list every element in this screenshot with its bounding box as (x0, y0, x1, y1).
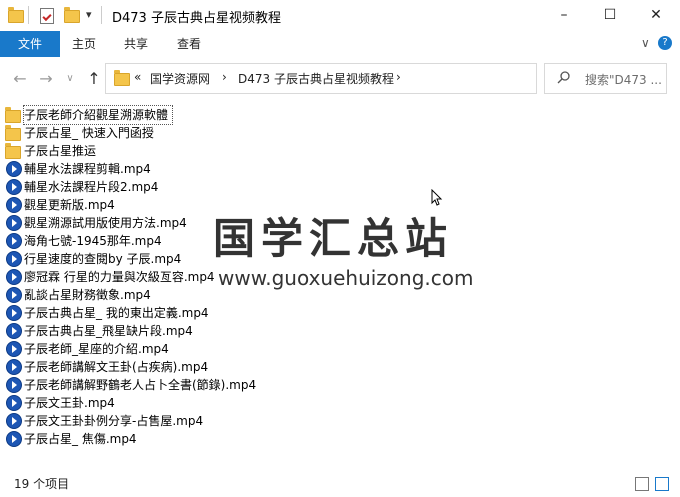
file-item[interactable]: 子辰占星_ 焦傷.mp4 (4, 430, 664, 448)
back-button[interactable]: ← (10, 69, 30, 88)
file-name: 子辰古典占星_ 我的東出定義.mp4 (24, 306, 209, 320)
folder-item[interactable]: 子辰老師介紹觀星溯源軟體 (4, 105, 664, 125)
address-bar[interactable]: « 国学资源网 › D473 子辰古典占星视频教程 › ∨ ↻ (105, 63, 626, 94)
search-input[interactable]: 搜索"D473 ... (585, 71, 663, 88)
close-button[interactable]: ✕ (633, 0, 679, 31)
folder-icon (5, 125, 21, 141)
video-file-icon (6, 359, 22, 375)
file-name: 子辰老師介紹觀星溯源軟體 (22, 105, 174, 125)
divider (28, 6, 29, 24)
large-icons-view-icon[interactable] (655, 477, 669, 491)
file-name: 海角七號-1945那年.mp4 (24, 234, 162, 248)
file-name: 輔星水法課程剪輯.mp4 (24, 162, 151, 176)
video-file-icon (6, 341, 22, 357)
file-item[interactable]: 子辰老師講解文王卦(占疾病).mp4 (4, 358, 664, 376)
video-file-icon (6, 215, 22, 231)
mouse-cursor-icon (431, 188, 443, 211)
video-file-icon (6, 287, 22, 303)
file-name: 亂談占星財務徵象.mp4 (24, 288, 151, 302)
file-name: 觀星溯源試用版使用方法.mp4 (24, 216, 187, 230)
folder-icon (5, 143, 21, 159)
file-item[interactable]: 輔星水法課程剪輯.mp4 (4, 160, 664, 178)
file-name: 子辰文王卦.mp4 (24, 396, 115, 410)
video-file-icon (6, 197, 22, 213)
file-item[interactable]: 輔星水法課程片段2.mp4 (4, 178, 664, 196)
file-name: 子辰老師講解野鶴老人占卜全書(節錄).mp4 (24, 378, 257, 392)
tab-home[interactable]: 主页 (72, 31, 96, 57)
file-name: 子辰文王卦卦例分享-占售屋.mp4 (24, 414, 204, 428)
search-icon (557, 70, 571, 88)
recent-locations-icon[interactable]: ∨ (60, 73, 80, 84)
minimize-button[interactable]: – (541, 0, 587, 31)
expand-ribbon-icon[interactable]: ∨ (641, 36, 650, 50)
forward-button[interactable]: → (36, 69, 56, 88)
folder-item[interactable]: 子辰占星推运 (4, 142, 664, 160)
video-file-icon (6, 161, 22, 177)
breadcrumb-separator[interactable]: › (396, 70, 401, 84)
file-item[interactable]: 子辰文王卦.mp4 (4, 394, 664, 412)
details-view-icon[interactable] (635, 477, 649, 491)
file-name: 子辰老師講解文王卦(占疾病).mp4 (24, 360, 209, 374)
watermark-url: www.guoxuehuizong.com (218, 266, 474, 290)
file-item[interactable]: 子辰文王卦卦例分享-占售屋.mp4 (4, 412, 664, 430)
ribbon: 文件 主页 共享 查看 ∨ ? (0, 31, 680, 58)
up-button[interactable]: ↑ (84, 69, 104, 88)
file-name: 廖冠霖 行星的力量與次級亙容.mp4 (24, 270, 215, 284)
file-name: 子辰占星_ 焦傷.mp4 (24, 432, 137, 446)
file-name: 子辰占星推运 (24, 144, 97, 158)
divider (101, 6, 102, 24)
window-title: D473 子辰古典占星视频教程 (112, 11, 281, 26)
video-file-icon (6, 269, 22, 285)
breadcrumb-overflow[interactable]: « (134, 70, 141, 84)
file-name: 輔星水法課程片段2.mp4 (24, 180, 159, 194)
qat-dropdown-icon[interactable]: ▾ (86, 8, 92, 21)
folder-icon (114, 70, 130, 86)
tab-view[interactable]: 查看 (177, 31, 201, 57)
folder-icon (8, 7, 24, 23)
file-item[interactable]: 子辰老師講解野鶴老人占卜全書(節錄).mp4 (4, 376, 664, 394)
file-item[interactable]: 子辰古典占星_ 我的東出定義.mp4 (4, 304, 664, 322)
file-name: 觀星更新版.mp4 (24, 198, 115, 212)
breadcrumb-separator[interactable]: › (222, 70, 227, 84)
new-folder-icon[interactable] (64, 7, 80, 23)
help-icon[interactable]: ? (658, 36, 672, 50)
tab-file[interactable]: 文件 (0, 31, 60, 57)
tab-share[interactable]: 共享 (124, 31, 148, 57)
video-file-icon (6, 179, 22, 195)
video-file-icon (6, 431, 22, 447)
file-name: 子辰老師_星座的介紹.mp4 (24, 342, 169, 356)
file-item[interactable]: 子辰老師_星座的介紹.mp4 (4, 340, 664, 358)
search-box[interactable]: 搜索"D473 ... (544, 63, 667, 94)
breadcrumb-item[interactable]: D473 子辰古典占星视频教程 (238, 70, 394, 87)
folder-icon (5, 107, 21, 123)
video-file-icon (6, 413, 22, 429)
video-file-icon (6, 305, 22, 321)
video-file-icon (6, 395, 22, 411)
file-item[interactable]: 子辰古典占星_飛星缺片段.mp4 (4, 322, 664, 340)
video-file-icon (6, 251, 22, 267)
video-file-icon (6, 323, 22, 339)
folder-item[interactable]: 子辰占星_ 快速入門函授 (4, 124, 664, 142)
file-name: 行星速度的查閱by 子辰.mp4 (24, 252, 182, 266)
maximize-button[interactable]: ☐ (587, 0, 633, 31)
video-file-icon (6, 377, 22, 393)
breadcrumb-item[interactable]: 国学资源网 (150, 70, 210, 87)
properties-icon[interactable] (40, 8, 54, 24)
file-name: 子辰古典占星_飛星缺片段.mp4 (24, 324, 193, 338)
watermark-text: 国学汇总站 (213, 214, 454, 263)
status-item-count: 19 个项目 (14, 477, 70, 491)
title-bar: ▾ D473 子辰古典占星视频教程 – ☐ ✕ (0, 0, 680, 31)
video-file-icon (6, 233, 22, 249)
file-name: 子辰占星_ 快速入門函授 (24, 126, 154, 140)
